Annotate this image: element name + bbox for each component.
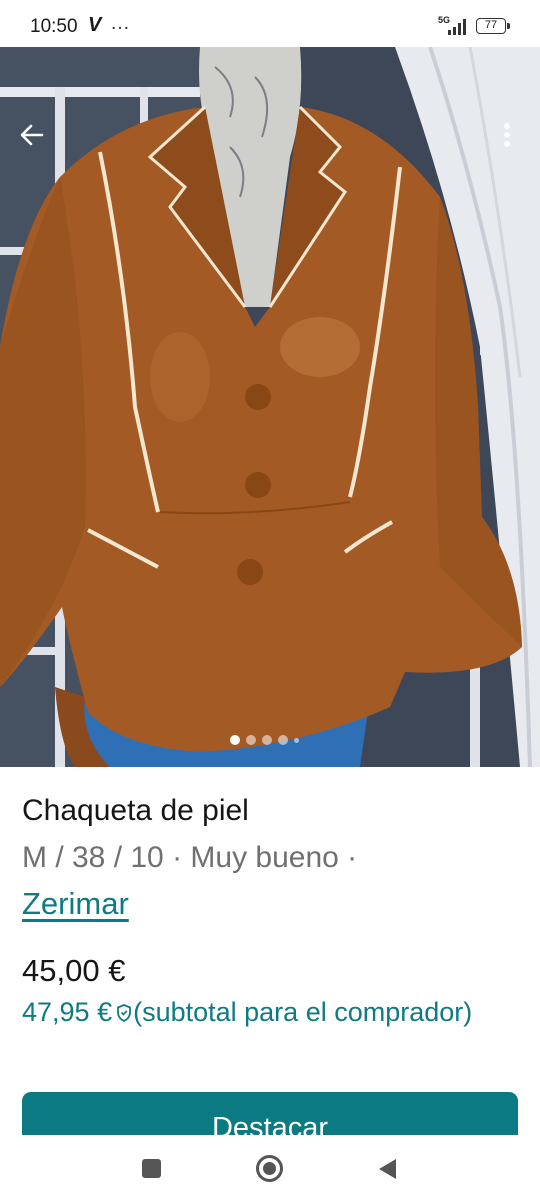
carousel-indicator bbox=[230, 734, 299, 746]
battery-icon: 77 bbox=[476, 18, 506, 34]
carousel-dot-1[interactable] bbox=[230, 735, 240, 745]
brand-link[interactable]: Zerimar bbox=[22, 886, 129, 922]
buyer-price-row: 47,95 € (subtotal para el comprador) bbox=[22, 997, 472, 1028]
back-triangle-icon[interactable] bbox=[376, 1157, 398, 1181]
carousel-dot-5[interactable] bbox=[294, 737, 299, 743]
recent-apps-icon[interactable] bbox=[142, 1159, 161, 1178]
carousel-dot-2[interactable] bbox=[246, 735, 256, 745]
item-details: M / 38 / 10 · Muy bueno · bbox=[22, 841, 358, 874]
shield-icon[interactable] bbox=[116, 1003, 132, 1023]
status-time: 10:50 bbox=[30, 16, 78, 37]
buyer-price-note: (subtotal para el comprador) bbox=[133, 997, 473, 1027]
item-price: 45,00 € bbox=[22, 953, 126, 988]
battery-tip bbox=[507, 23, 510, 29]
item-photo[interactable] bbox=[0, 47, 540, 767]
carrier-icon: V bbox=[88, 14, 102, 36]
item-title: Chaqueta de piel bbox=[22, 794, 249, 827]
more-notifications-icon: … bbox=[110, 12, 131, 34]
jacket-photo bbox=[0, 47, 540, 767]
battery-level: 77 bbox=[484, 19, 498, 31]
system-nav-bar bbox=[0, 1135, 540, 1200]
buyer-price: 47,95 € bbox=[22, 997, 113, 1027]
carousel-dot-3[interactable] bbox=[262, 735, 272, 745]
home-icon[interactable] bbox=[256, 1155, 283, 1182]
carousel-dot-4[interactable] bbox=[278, 735, 288, 745]
signal-icon bbox=[448, 19, 466, 35]
back-arrow-icon[interactable] bbox=[14, 117, 50, 153]
status-bar: 10:50 V … 5G 77 bbox=[0, 0, 540, 52]
home-icon-dot bbox=[263, 1162, 276, 1175]
more-vertical-icon[interactable] bbox=[494, 115, 520, 155]
